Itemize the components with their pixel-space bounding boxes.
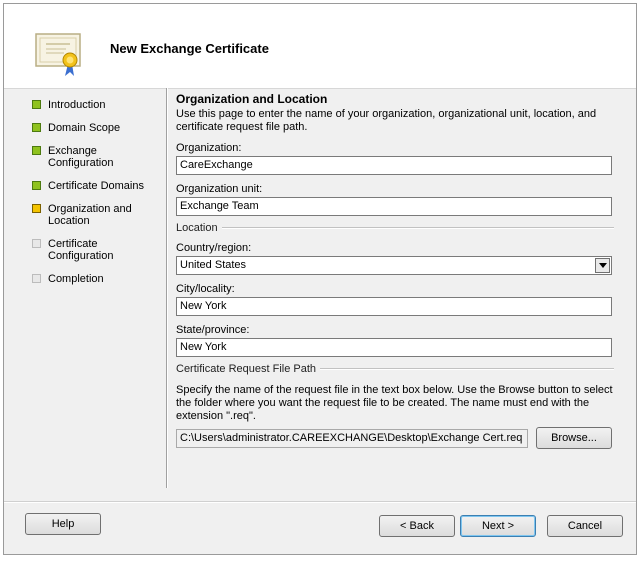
country-select-value: United States — [180, 259, 247, 271]
help-button[interactable]: Help — [25, 513, 101, 535]
step-label: Domain Scope — [48, 122, 121, 134]
step-complete-icon — [32, 181, 41, 190]
group-separator — [221, 227, 614, 229]
request-description: Specify the name of the request file in … — [176, 384, 613, 422]
main-content: Organization and Location Use this page … — [176, 92, 614, 449]
request-path-row: C:\Users\administrator.CAREEXCHANGE\Desk… — [176, 427, 614, 449]
step-label: Organization and Location — [48, 203, 132, 227]
page-title: New Exchange Certificate — [110, 41, 269, 56]
step-organization-location: Organization and Location — [32, 203, 152, 227]
country-select[interactable]: United States — [176, 256, 612, 275]
location-group: Location — [176, 222, 614, 234]
step-label: Exchange Configuration — [48, 145, 114, 169]
step-current-icon — [32, 204, 41, 213]
step-introduction: Introduction — [32, 99, 162, 111]
request-path-field: C:\Users\administrator.CAREEXCHANGE\Desk… — [176, 428, 528, 448]
vertical-divider — [166, 88, 168, 488]
step-pending-icon — [32, 274, 41, 283]
org-unit-label: Organization unit: — [176, 183, 263, 195]
step-pending-icon — [32, 239, 41, 248]
wizard-header: New Exchange Certificate — [4, 4, 636, 89]
footer-separator — [4, 501, 636, 503]
step-exchange-configuration: Exchange Configuration — [32, 145, 120, 169]
organization-label: Organization: — [176, 142, 242, 154]
step-label: Certificate Configuration — [48, 238, 114, 262]
section-title: Organization and Location — [176, 92, 328, 106]
chevron-down-icon[interactable] — [595, 258, 610, 273]
step-certificate-domains: Certificate Domains — [32, 180, 162, 192]
state-input[interactable]: New York — [176, 338, 612, 357]
page-description: Use this page to enter the name of your … — [176, 108, 597, 133]
wizard-steps: Introduction Domain Scope Exchange Confi… — [32, 99, 162, 296]
request-group-label: Certificate Request File Path — [176, 363, 317, 375]
step-complete-icon — [32, 100, 41, 109]
step-label: Completion — [48, 273, 104, 285]
step-domain-scope: Domain Scope — [32, 122, 162, 134]
country-label: Country/region: — [176, 242, 252, 254]
cancel-button[interactable]: Cancel — [547, 515, 623, 537]
certificate-icon — [35, 33, 81, 76]
city-input[interactable]: New York — [176, 297, 612, 316]
step-label: Certificate Domains — [48, 180, 144, 192]
wizard-window: New Exchange Certificate Introduction Do… — [3, 3, 637, 555]
step-complete-icon — [32, 123, 41, 132]
request-path-group: Certificate Request File Path — [176, 363, 614, 375]
back-button[interactable]: < Back — [379, 515, 455, 537]
organization-input[interactable]: CareExchange — [176, 156, 612, 175]
location-group-label: Location — [176, 222, 218, 234]
browse-button[interactable]: Browse... — [536, 427, 612, 449]
org-unit-input[interactable]: Exchange Team — [176, 197, 612, 216]
step-label: Introduction — [48, 99, 106, 111]
group-separator — [320, 368, 614, 370]
city-label: City/locality: — [176, 283, 235, 295]
state-label: State/province: — [176, 324, 250, 336]
step-completion: Completion — [32, 273, 162, 285]
next-button[interactable]: Next > — [460, 515, 536, 537]
step-certificate-configuration: Certificate Configuration — [32, 238, 128, 262]
step-complete-icon — [32, 146, 41, 155]
